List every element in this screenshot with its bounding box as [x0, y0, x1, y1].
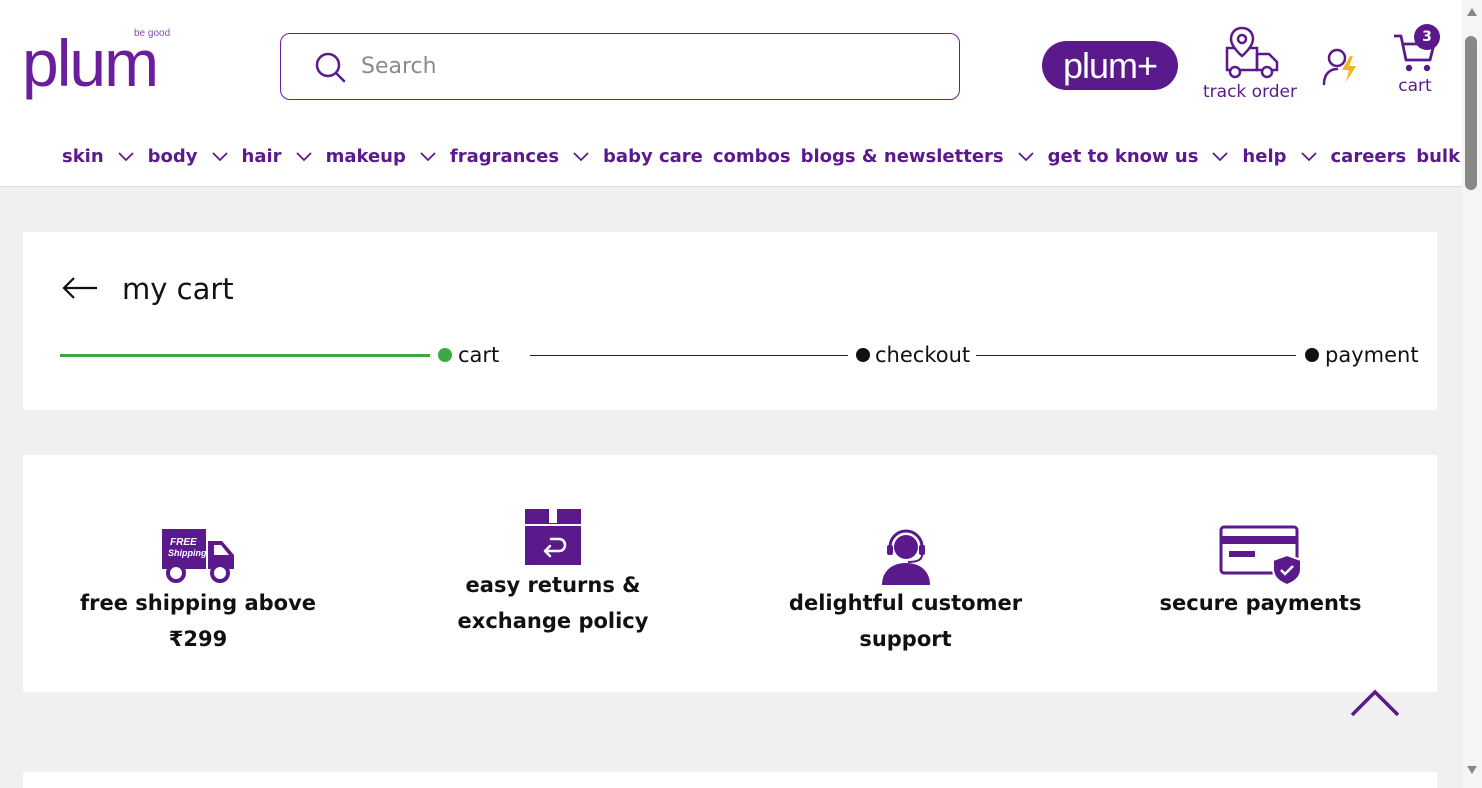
- benefit-label: easy returns & exchange policy: [457, 573, 649, 633]
- nav-label: hair: [241, 146, 282, 167]
- plum-plus-button[interactable]: plum+: [1042, 41, 1178, 90]
- checkout-progress: cart checkout payment: [60, 343, 1419, 368]
- chevron-down-icon: [1018, 151, 1034, 161]
- chevron-down-icon: [295, 151, 312, 161]
- search-icon: [315, 52, 346, 82]
- step-dot-checkout: [856, 348, 870, 362]
- return-box-icon: [525, 509, 581, 565]
- customer-support-icon: [881, 529, 930, 585]
- step-cart: cart: [458, 343, 500, 367]
- progress-line-done: [60, 354, 430, 357]
- benefit-easy-returns: easy returns & exchange policy: [408, 507, 698, 639]
- benefit-secure-payments: secure payments: [1118, 525, 1403, 621]
- svg-text:FREE: FREE: [170, 537, 197, 548]
- benefit-label: delightful customer support: [788, 591, 1023, 651]
- plum-logo[interactable]: be good plum: [22, 26, 192, 101]
- svg-text:Shipping: Shipping: [168, 548, 207, 558]
- progress-line: [530, 355, 848, 356]
- step-dot-cart: [438, 348, 452, 362]
- nav-item-combos[interactable]: combos: [713, 146, 791, 167]
- chevron-down-icon: [1212, 151, 1229, 161]
- scroll-down-arrow[interactable]: [1467, 766, 1477, 774]
- account-button[interactable]: [1320, 44, 1364, 88]
- scrollbar[interactable]: [1462, 0, 1482, 788]
- scroll-up-arrow[interactable]: [1467, 8, 1477, 16]
- nav-item-fragrances[interactable]: fragrances: [450, 146, 593, 167]
- search-bar[interactable]: [280, 33, 960, 100]
- track-order-button[interactable]: track order: [1200, 26, 1300, 102]
- chevron-down-icon: [118, 151, 134, 161]
- nav-label: skin: [62, 146, 104, 167]
- cart-count-badge: 3: [1414, 24, 1440, 50]
- step-payment: payment: [1325, 343, 1419, 367]
- nav-label: body: [147, 146, 198, 167]
- step-checkout: checkout: [875, 343, 971, 367]
- secure-card-icon: [1219, 525, 1302, 585]
- benefit-free-shipping: FREE Shipping free shipping above ₹299: [53, 525, 343, 657]
- step-dot-payment: [1305, 348, 1319, 362]
- site-header: be good plum plum+ track order: [0, 0, 1482, 187]
- nav-item-help[interactable]: help: [1242, 146, 1320, 167]
- cart-progress-card: my cart cart checkout payment: [23, 232, 1437, 410]
- nav-label: blogs & newsletters: [800, 146, 1004, 167]
- cart-label: cart: [1398, 76, 1432, 96]
- nav-item-skin[interactable]: skin: [62, 146, 138, 167]
- benefit-label: secure payments: [1159, 591, 1362, 615]
- nav-label: combos: [712, 146, 791, 167]
- nav-label: get to know us: [1047, 146, 1199, 167]
- user-icon: [1322, 48, 1356, 86]
- nav-item-baby-care[interactable]: baby care: [603, 146, 703, 167]
- back-arrow-icon[interactable]: [61, 276, 99, 300]
- scroll-thumb[interactable]: [1465, 36, 1477, 190]
- main-nav: skin body hair makeup fragrances baby ca…: [62, 146, 1482, 167]
- chevron-down-icon: [573, 151, 589, 161]
- cart-button[interactable]: 3 cart: [1390, 24, 1440, 96]
- scroll-to-top-chevron-icon[interactable]: [1350, 688, 1400, 718]
- nav-item-body[interactable]: body: [148, 146, 232, 167]
- logo-wordmark: plum: [22, 26, 159, 100]
- nav-label: baby care: [603, 146, 703, 167]
- benefit-label: free shipping above ₹299: [79, 591, 317, 651]
- track-order-label: track order: [1203, 82, 1297, 102]
- nav-item-about[interactable]: get to know us: [1048, 146, 1233, 167]
- chevron-down-icon: [211, 151, 228, 161]
- nav-item-careers[interactable]: careers: [1331, 146, 1407, 167]
- plum-plus-label: plum+: [1062, 44, 1158, 86]
- chevron-down-icon: [420, 151, 436, 161]
- nav-label: makeup: [325, 146, 406, 167]
- nav-label: help: [1242, 146, 1287, 167]
- next-section-card: [23, 772, 1437, 788]
- nav-item-makeup[interactable]: makeup: [326, 146, 440, 167]
- page-title: my cart: [122, 272, 234, 306]
- nav-label: careers: [1330, 146, 1407, 167]
- progress-line: [976, 355, 1296, 356]
- nav-label: fragrances: [449, 146, 560, 167]
- nav-item-blogs[interactable]: blogs & newsletters: [801, 146, 1038, 167]
- benefit-customer-support: delightful customer support: [758, 525, 1053, 657]
- nav-item-hair[interactable]: hair: [242, 146, 316, 167]
- free-shipping-truck-icon: FREE Shipping: [162, 529, 234, 583]
- chevron-down-icon: [1300, 151, 1317, 161]
- search-input[interactable]: [361, 54, 921, 79]
- delivery-truck-icon: [1225, 26, 1279, 79]
- benefits-card: FREE Shipping free shipping above ₹299 e…: [23, 455, 1437, 692]
